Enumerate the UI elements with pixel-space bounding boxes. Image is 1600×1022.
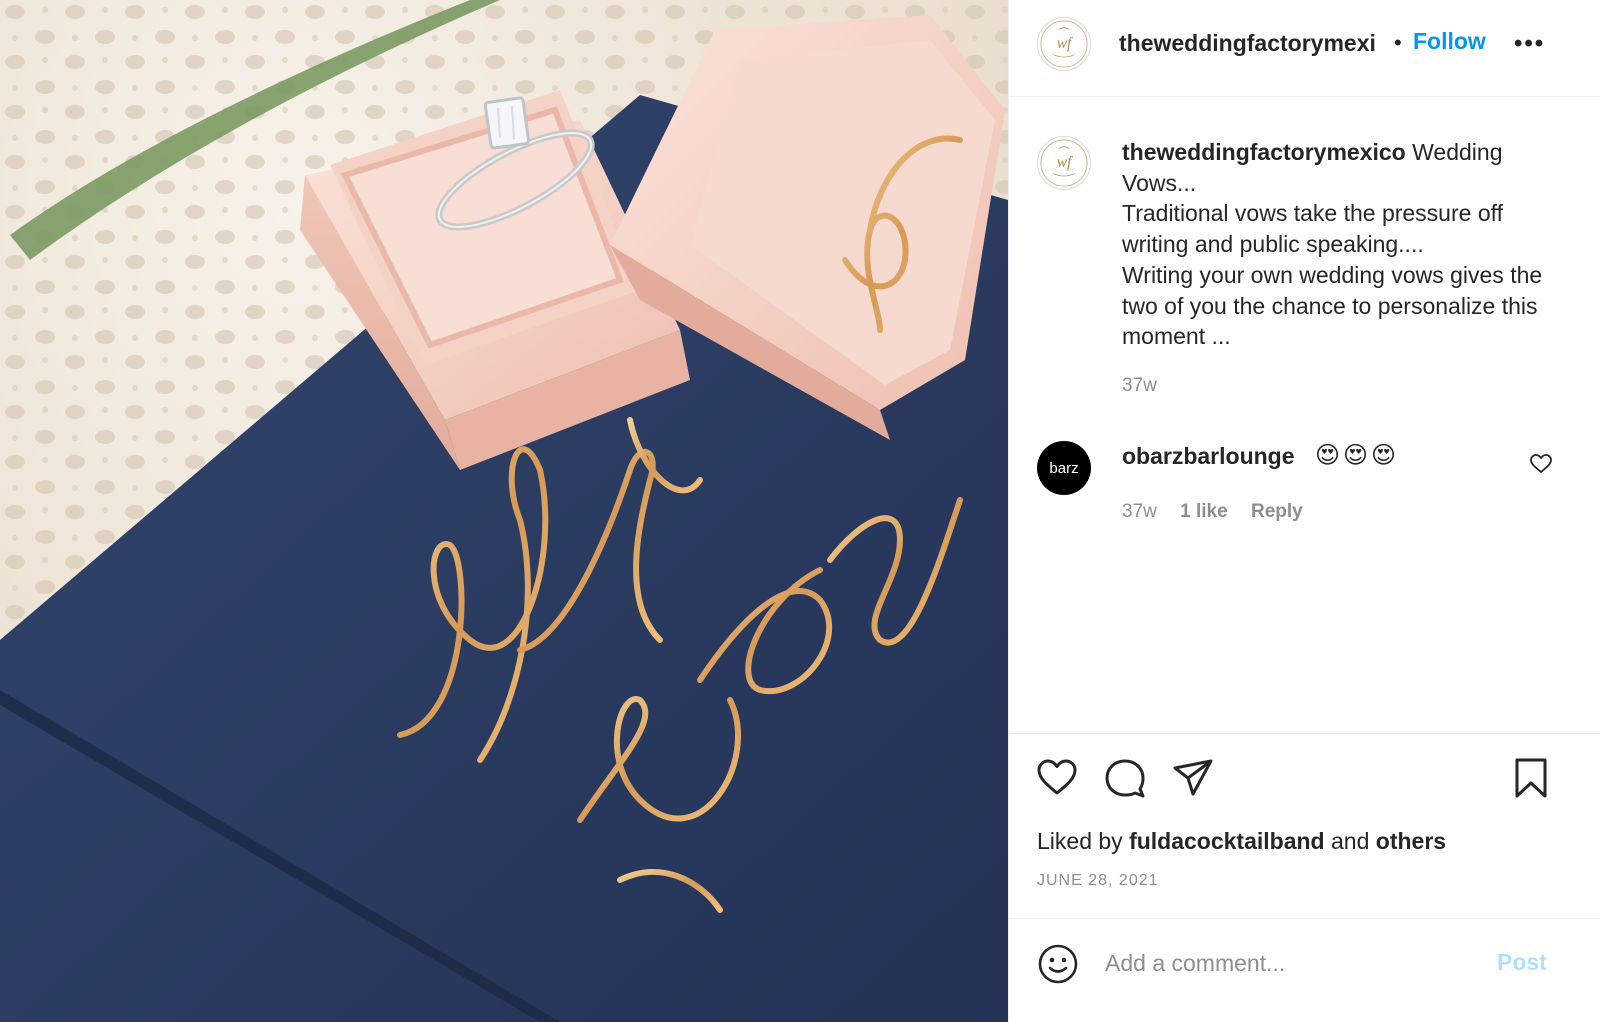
post-actions: Liked by fuldacocktailband and others JU…	[1009, 733, 1600, 918]
post-caption: theweddingfactorymexico Wedding Vows... …	[1122, 137, 1562, 352]
comment-username[interactable]: obarzbarlounge	[1122, 443, 1295, 470]
wf-logo-icon: wf	[1040, 20, 1088, 68]
comment-likes[interactable]: 1 like	[1180, 501, 1228, 522]
header-username[interactable]: theweddingfactorymexi	[1119, 30, 1389, 57]
caption-avatar[interactable]: wf	[1037, 136, 1091, 190]
caption-username[interactable]: theweddingfactorymexico	[1122, 139, 1406, 165]
heart-icon[interactable]	[1035, 756, 1079, 800]
more-options-icon[interactable]: •••	[1514, 30, 1545, 58]
comment-like-heart-icon[interactable]	[1529, 452, 1553, 476]
post-image	[0, 0, 1008, 1022]
liked-by-summary: Liked by fuldacocktailband and others	[1037, 828, 1446, 855]
smiley-icon[interactable]	[1037, 943, 1079, 985]
post-photo[interactable]	[0, 0, 1008, 1022]
post-side-panel: wf theweddingfactorymexi • Follow ••• wf…	[1008, 0, 1600, 1022]
commenter-avatar-text: barz	[1049, 459, 1079, 477]
wf-logo-icon: wf	[1040, 139, 1088, 187]
add-comment-bar: Post	[1009, 918, 1600, 1022]
liked-by-and: and	[1324, 828, 1376, 854]
follow-button[interactable]: Follow	[1413, 28, 1486, 55]
add-comment-input[interactable]	[1105, 945, 1475, 981]
comment-text: 😍😍😍	[1315, 442, 1400, 469]
header-separator-dot: •	[1394, 30, 1402, 55]
liked-by-user[interactable]: fuldacocktailband	[1129, 828, 1325, 854]
comment-timestamp[interactable]: 37w	[1122, 501, 1157, 522]
liked-by-others[interactable]: others	[1376, 828, 1446, 854]
post-header: wf theweddingfactorymexi • Follow •••	[1009, 0, 1600, 97]
caption-timestamp[interactable]: 37w	[1122, 375, 1157, 397]
post-date[interactable]: JUNE 28, 2021	[1037, 872, 1159, 890]
share-icon[interactable]	[1171, 756, 1215, 800]
comment-reply-button[interactable]: Reply	[1251, 501, 1303, 522]
comment-meta: 37w 1 like Reply	[1122, 501, 1321, 523]
post-comment-button[interactable]: Post	[1497, 949, 1547, 976]
commenter-avatar[interactable]: barz	[1037, 441, 1091, 495]
comment-icon[interactable]	[1103, 756, 1147, 800]
liked-by-prefix: Liked by	[1037, 828, 1130, 854]
profile-avatar[interactable]: wf	[1037, 17, 1091, 71]
caption-text-line3: Writing your own wedding vows gives the …	[1122, 261, 1543, 350]
bookmark-icon[interactable]	[1509, 756, 1553, 800]
caption-text-line2: Traditional vows take the pressure off w…	[1122, 200, 1503, 258]
